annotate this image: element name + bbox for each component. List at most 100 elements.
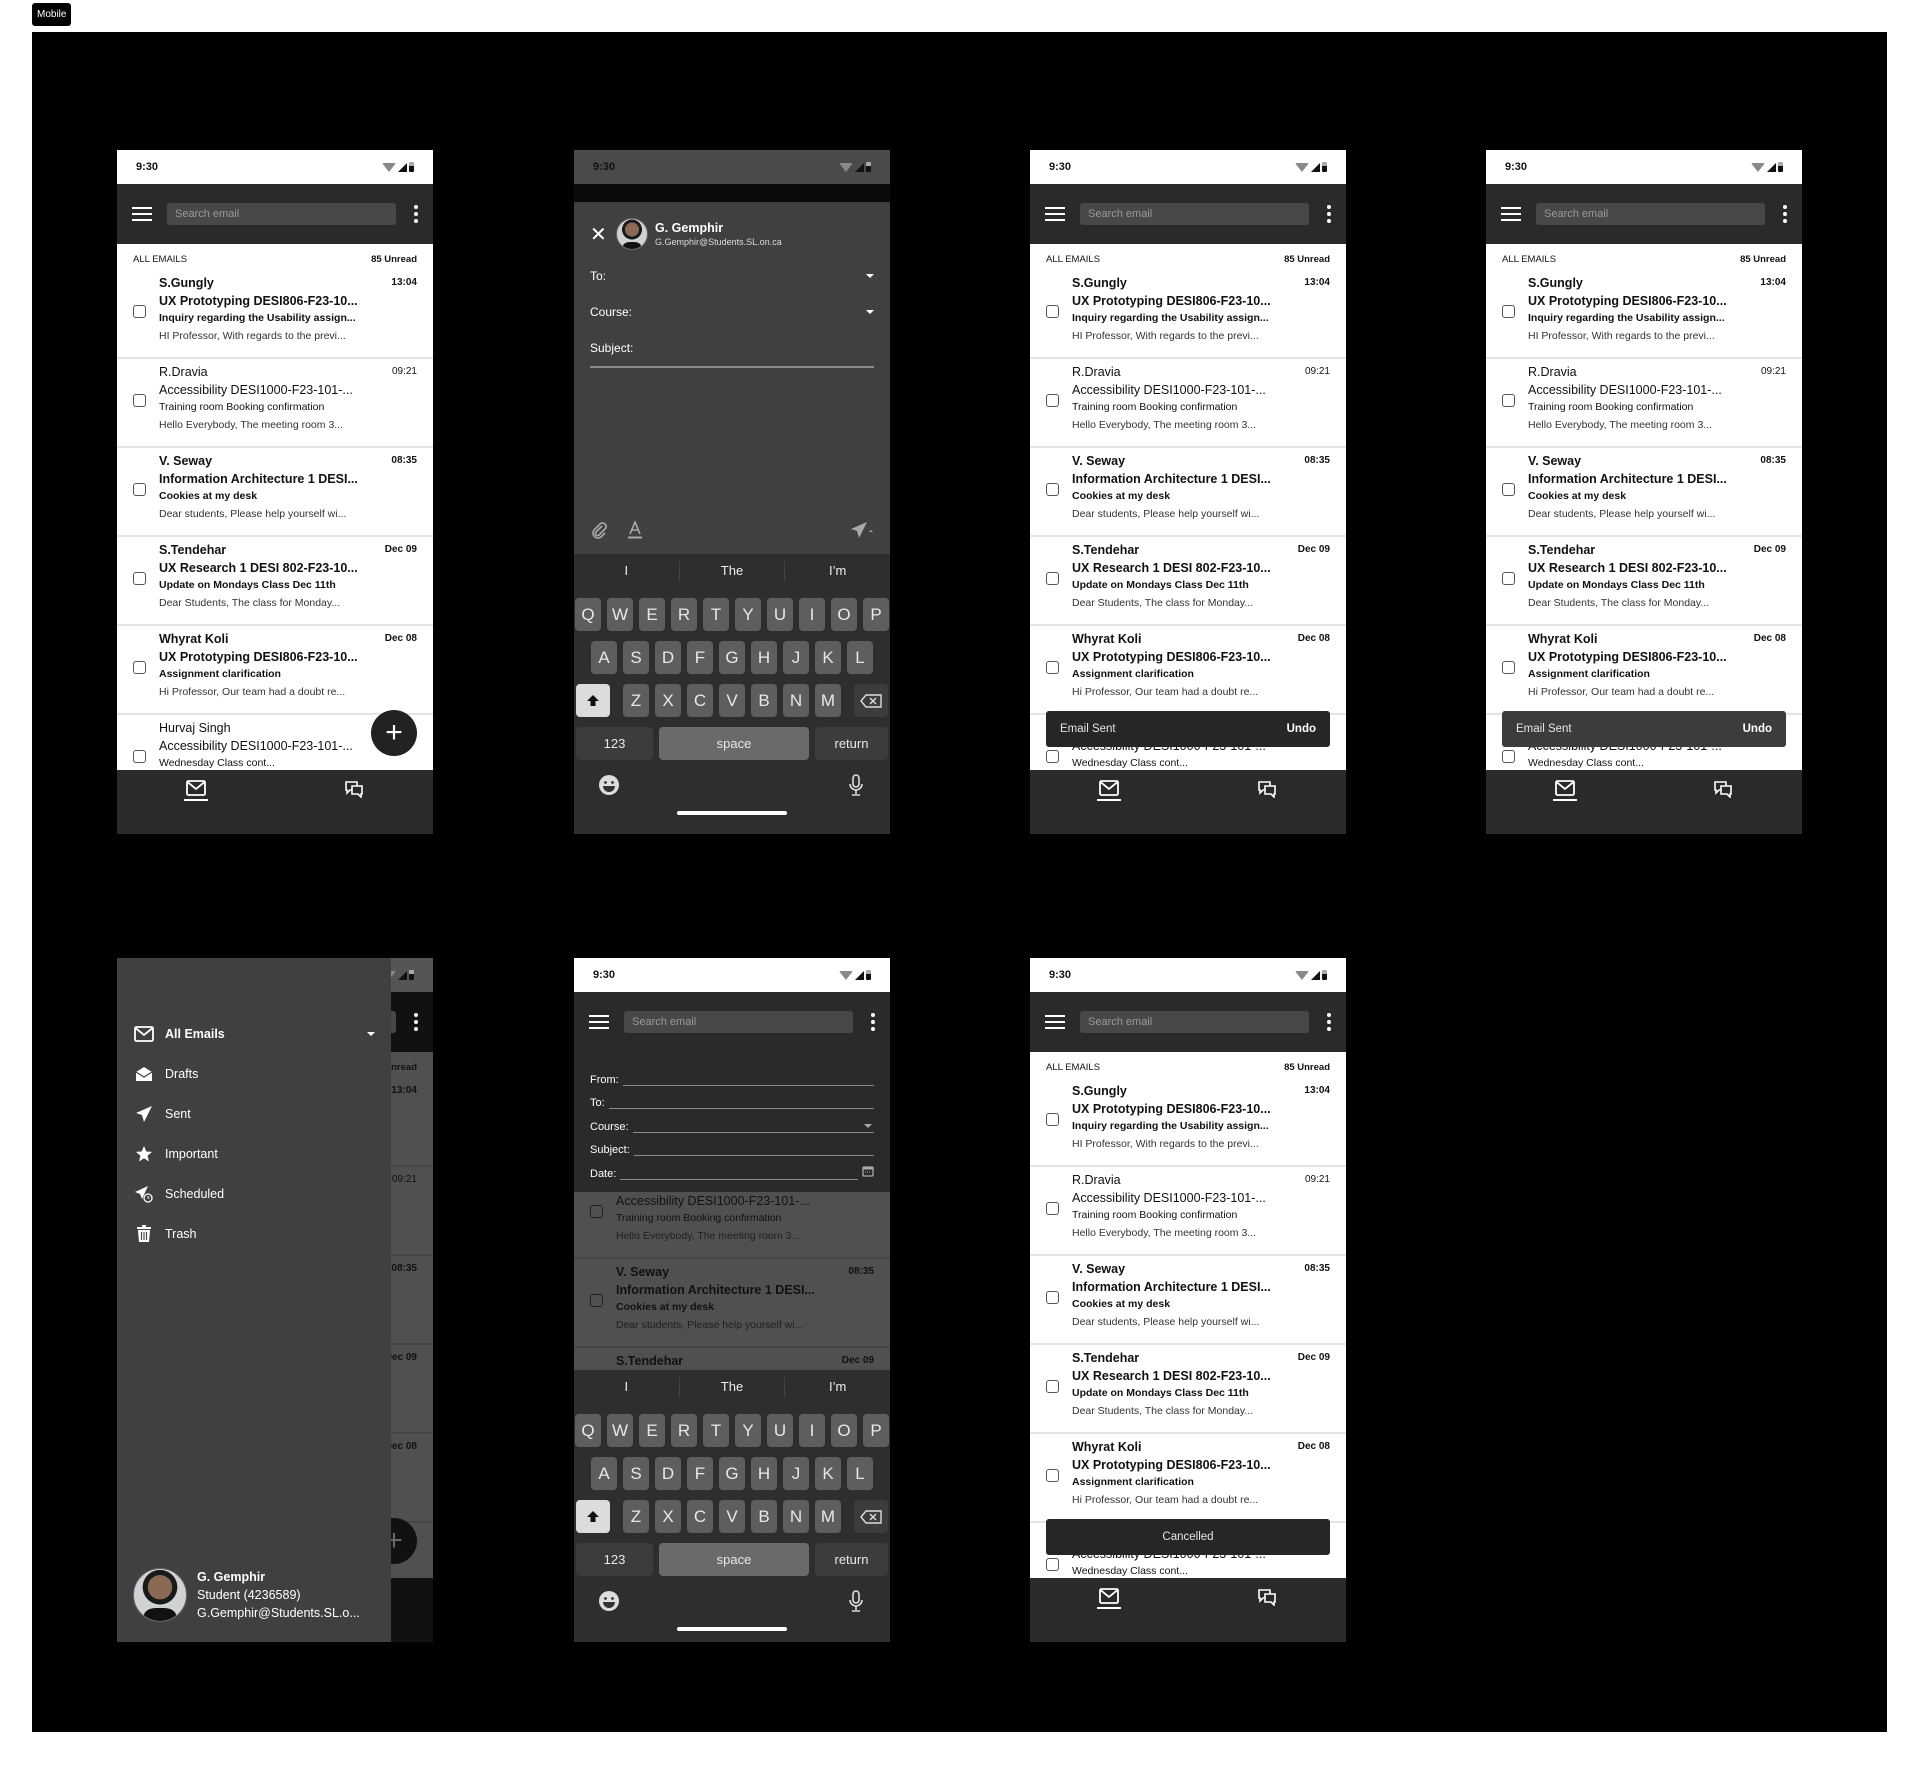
nav-mail[interactable] [1545, 780, 1585, 834]
key[interactable]: Y [735, 598, 761, 631]
email-checkbox[interactable] [133, 661, 146, 674]
email-checkbox[interactable] [1046, 661, 1059, 674]
attach-icon[interactable] [590, 521, 608, 544]
send-icon[interactable] [850, 521, 874, 544]
key[interactable]: E [639, 1414, 665, 1447]
email-checkbox[interactable] [133, 305, 146, 318]
menu-icon[interactable] [1045, 1015, 1065, 1029]
email-checkbox[interactable] [1046, 1558, 1059, 1571]
key[interactable]: M [815, 1500, 841, 1533]
email-checkbox[interactable] [1046, 483, 1059, 496]
key[interactable]: X [655, 1500, 681, 1533]
key[interactable]: F [687, 1457, 713, 1490]
key[interactable]: A [591, 1457, 617, 1490]
chevron-down-icon[interactable] [367, 1032, 375, 1036]
key[interactable]: P [863, 598, 889, 631]
backspace-key[interactable] [854, 1500, 888, 1533]
to-field[interactable]: To: [574, 258, 890, 294]
email-checkbox[interactable] [1046, 1380, 1059, 1393]
subject-field[interactable]: Subject: [574, 330, 890, 366]
key[interactable]: W [607, 1414, 633, 1447]
email-checkbox[interactable] [1502, 305, 1515, 318]
suggestion[interactable]: I [574, 561, 680, 581]
search-input[interactable] [1080, 1011, 1309, 1033]
menu-icon[interactable] [589, 1015, 609, 1029]
email-list-item[interactable]: S.Gungly 13:04 UX Prototyping DESI806-F23-… [1486, 270, 1802, 359]
email-list-item[interactable]: R.Dravia 09:21 Accessibility DESI1000-F23-… [117, 359, 433, 448]
email-list-item[interactable]: Whyrat Koli Dec 08 UX Prototyping DESI806-… [117, 626, 433, 715]
email-checkbox[interactable] [590, 1205, 603, 1218]
key[interactable]: O [831, 598, 857, 631]
email-checkbox[interactable] [1046, 1469, 1059, 1482]
key[interactable]: F [687, 641, 713, 674]
key[interactable]: K [815, 1457, 841, 1490]
key[interactable]: D [655, 641, 681, 674]
key[interactable]: I [799, 598, 825, 631]
email-list-item[interactable]: S.Tendehar Dec 09 UX Research 1 DESI 802-F… [1486, 537, 1802, 626]
dropdown-caret-icon[interactable] [866, 274, 874, 278]
email-list-item[interactable]: S.Tendehar Dec 09 UX Research 1 DESI 802-F… [1030, 1345, 1346, 1434]
email-checkbox[interactable] [133, 750, 146, 763]
emoji-icon[interactable] [598, 774, 620, 801]
compose-fab[interactable]: + [371, 710, 417, 756]
email-checkbox[interactable] [1046, 1291, 1059, 1304]
more-options-icon[interactable] [871, 1013, 875, 1031]
key[interactable]: I [799, 1414, 825, 1447]
email-list-item[interactable]: S.Gungly 13:04 UX Prototyping DESI806-F23-… [1030, 1078, 1346, 1167]
nav-mail[interactable] [1089, 780, 1129, 834]
key[interactable]: U [767, 598, 793, 631]
email-checkbox[interactable] [1502, 750, 1515, 763]
search-input[interactable] [1080, 203, 1309, 225]
menu-icon[interactable] [132, 207, 152, 221]
key[interactable]: W [607, 598, 633, 631]
email-checkbox[interactable] [133, 483, 146, 496]
key[interactable]: B [751, 1500, 777, 1533]
user-profile[interactable]: G. Gemphir Student (4236589) G.Gemphir@Stu… [133, 1568, 360, 1622]
nav-chat[interactable] [1247, 1588, 1287, 1642]
microphone-icon[interactable] [848, 774, 864, 801]
email-list-item[interactable]: V. Seway 08:35 Information Architecture 1 … [1486, 448, 1802, 537]
key[interactable]: U [767, 1414, 793, 1447]
numbers-key[interactable]: 123 [576, 1543, 653, 1576]
email-list-item[interactable]: Whyrat Koli Dec 08 UX Prototyping DESI806-… [1030, 626, 1346, 715]
more-options-icon[interactable] [1327, 205, 1331, 223]
return-key[interactable]: return [814, 727, 888, 760]
key[interactable]: T [703, 598, 729, 631]
key[interactable]: D [655, 1457, 681, 1490]
email-checkbox[interactable] [1502, 572, 1515, 585]
email-list-item[interactable]: S.Tendehar Dec 09 UX Research 1 DESI 802-F… [1030, 537, 1346, 626]
key[interactable]: N [783, 1500, 809, 1533]
nav-chat[interactable] [1247, 780, 1287, 834]
suggestion[interactable]: I [574, 1377, 680, 1397]
email-list-item[interactable]: R.Dravia 09:21 Accessibility DESI1000-F23-… [1486, 359, 1802, 448]
from-field-input[interactable] [622, 1074, 874, 1086]
email-list-item[interactable]: S.Gungly 13:04 UX Prototyping DESI806-F23-… [1030, 270, 1346, 359]
key[interactable]: S [623, 1457, 649, 1490]
undo-button[interactable]: Undo [1743, 723, 1772, 735]
key[interactable]: L [847, 641, 873, 674]
key[interactable]: O [831, 1414, 857, 1447]
nav-chat[interactable] [1703, 780, 1743, 834]
email-list-item[interactable]: V. Seway 08:35 Information Architecture 1 … [1030, 448, 1346, 537]
email-checkbox[interactable] [1046, 750, 1059, 763]
more-options-icon[interactable] [414, 1013, 418, 1031]
email-checkbox[interactable] [1046, 1202, 1059, 1215]
more-options-icon[interactable] [1327, 1013, 1331, 1031]
email-checkbox[interactable] [1046, 394, 1059, 407]
text-format-icon[interactable] [626, 519, 644, 544]
email-checkbox[interactable] [133, 572, 146, 585]
email-list-item[interactable]: V. Seway 08:35 Information Architecture 1 … [1030, 1256, 1346, 1345]
drawer-item-all-emails[interactable]: All Emails [117, 1014, 391, 1054]
email-checkbox[interactable] [1046, 1113, 1059, 1126]
date-field[interactable]: Date: [590, 1156, 874, 1180]
subject-field-input[interactable] [633, 1144, 874, 1156]
email-checkbox[interactable] [133, 394, 146, 407]
space-key[interactable]: space [658, 727, 809, 760]
drawer-item-sent[interactable]: Sent [117, 1094, 391, 1134]
key[interactable]: R [671, 1414, 697, 1447]
drawer-item-scheduled[interactable]: Scheduled [117, 1174, 391, 1214]
backspace-key[interactable] [854, 684, 888, 717]
email-checkbox[interactable] [1502, 394, 1515, 407]
key[interactable]: G [719, 1457, 745, 1490]
return-key[interactable]: return [814, 1543, 888, 1576]
